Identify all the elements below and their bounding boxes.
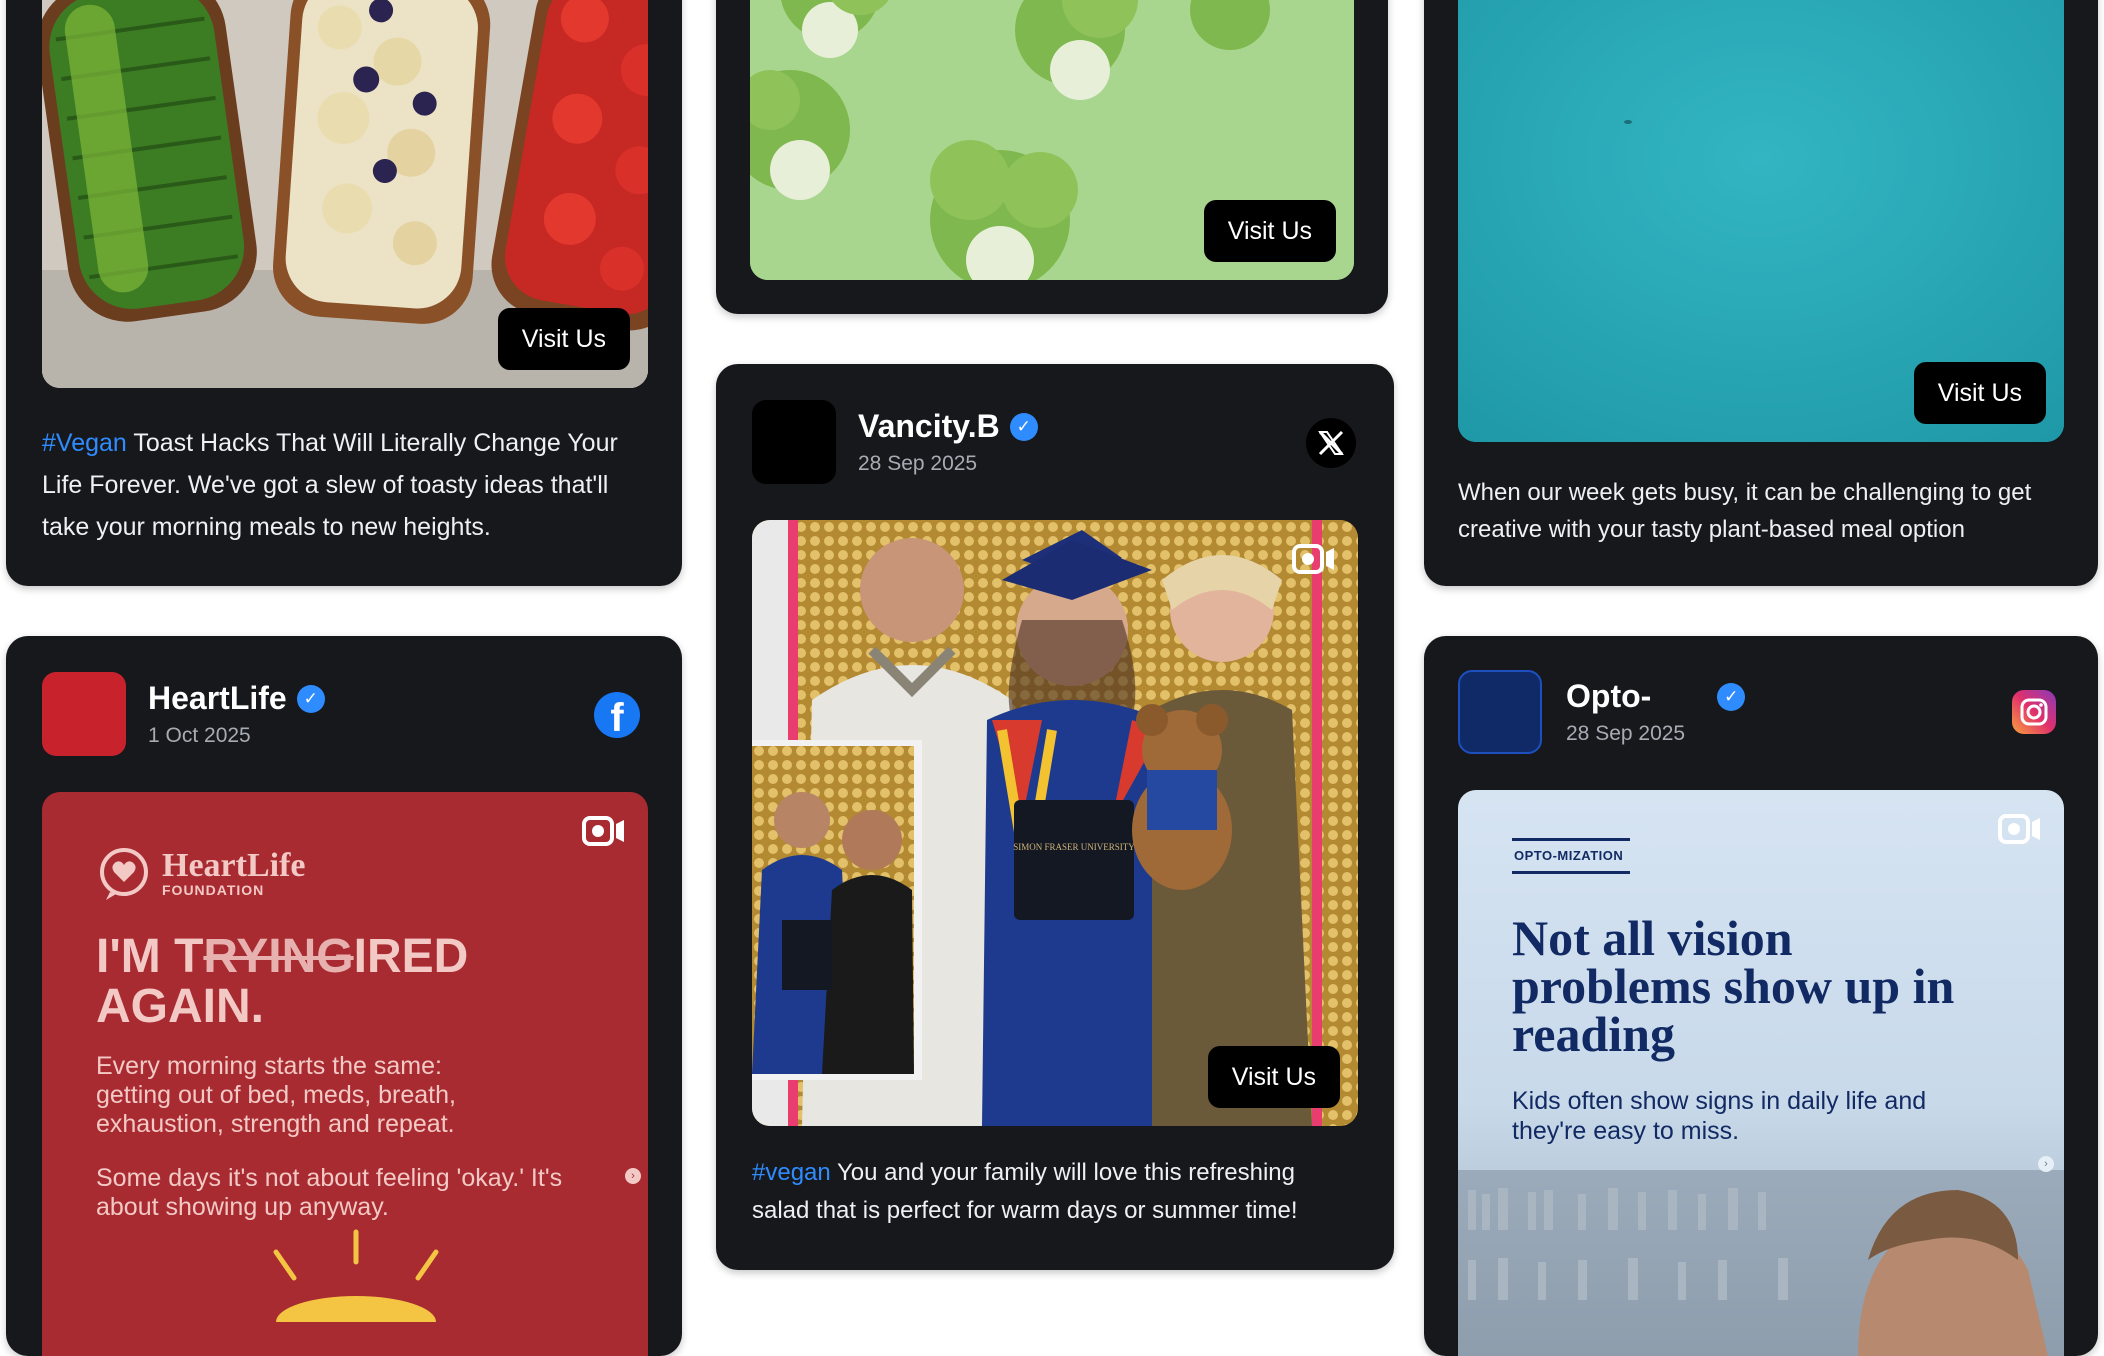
carousel-next-icon[interactable]: › bbox=[625, 1168, 641, 1184]
library-background bbox=[1458, 1170, 2064, 1356]
logo-sub: FOUNDATION bbox=[162, 882, 265, 898]
caption-text: Toast Hacks That Will Literally Change Y… bbox=[42, 429, 618, 541]
headline-part-1: I'M T bbox=[96, 930, 204, 983]
avatar[interactable] bbox=[1458, 670, 1542, 754]
visit-us-button[interactable]: Visit Us bbox=[497, 308, 630, 370]
heartlife-body-1: Every morning starts the same: getting o… bbox=[96, 1052, 456, 1138]
account-name[interactable]: HeartLife ✓ bbox=[148, 680, 325, 717]
x-icon[interactable] bbox=[1306, 418, 1356, 468]
heartlife-headline: I'M TRYINGIRED AGAIN. bbox=[96, 932, 468, 1032]
account-name[interactable]: Vancity.B ✓ bbox=[858, 408, 1038, 445]
post-caption: When our week gets busy, it can be chall… bbox=[1458, 479, 2032, 544]
heart-logo-icon bbox=[100, 848, 148, 900]
account-name-text: HeartLife bbox=[148, 680, 287, 716]
visit-us-button[interactable]: Visit Us bbox=[1207, 1046, 1340, 1108]
account-name-text: Vancity.B bbox=[858, 408, 1000, 444]
headline-strike: RYING bbox=[203, 930, 354, 983]
post-caption: #vegan You and your family will love thi… bbox=[752, 1154, 1358, 1231]
verified-badge-icon: ✓ bbox=[1009, 412, 1038, 441]
sun-illustration bbox=[273, 1229, 439, 1322]
hashtag-link[interactable]: #Vegan bbox=[42, 429, 127, 457]
post-date: 1 Oct 2025 bbox=[148, 724, 251, 747]
opto-badge-text: OPTO-MIZATION bbox=[1514, 848, 1624, 863]
post-image-teal[interactable]: Visit Us bbox=[1458, 0, 2064, 442]
caption-text: You and your family will love this refre… bbox=[752, 1159, 1298, 1225]
post-caption: #Vegan Toast Hacks That Will Literally C… bbox=[42, 422, 648, 548]
carousel-next-icon[interactable]: › bbox=[2038, 1156, 2054, 1172]
post-card-toast: Visit Us #Vegan Toast Hacks That Will Li… bbox=[6, 0, 682, 586]
visit-us-button[interactable]: Visit Us bbox=[1913, 362, 2046, 424]
heartlife-body-2: Some days it's not about feeling 'okay.'… bbox=[96, 1164, 563, 1221]
opto-headline: Not all vision problems show up in readi… bbox=[1512, 910, 1955, 1062]
hashtag-link[interactable]: #vegan bbox=[752, 1159, 831, 1186]
logo-name: HeartLife bbox=[162, 847, 306, 884]
avatar[interactable] bbox=[42, 672, 126, 756]
avatar[interactable] bbox=[752, 400, 836, 484]
post-image-toast[interactable]: Visit Us bbox=[42, 0, 648, 388]
verified-badge-icon: ✓ bbox=[1717, 682, 1746, 711]
post-card-cauliflower: Visit Us bbox=[716, 0, 1388, 314]
headline-part-2: IRED bbox=[353, 930, 469, 983]
visit-us-button[interactable]: Visit Us bbox=[1203, 200, 1336, 262]
post-date: 28 Sep 2025 bbox=[858, 452, 978, 475]
heartlife-logo: HeartLife FOUNDATION bbox=[96, 846, 306, 902]
reel-icon bbox=[1998, 812, 2042, 851]
diploma-text: SIMON FRASER UNIVERSITY bbox=[1013, 842, 1135, 852]
post-image-graduation[interactable]: SIMON FRASER UNIVERSITY Visit Us bbox=[752, 520, 1358, 1126]
post-image-heartlife[interactable]: HeartLife FOUNDATION I'M TRYINGIRED AGAI… bbox=[42, 792, 648, 1356]
instagram-icon[interactable] bbox=[2012, 690, 2056, 734]
verified-badge-icon: ✓ bbox=[296, 684, 325, 713]
post-card-teal: Visit Us When our week gets busy, it can… bbox=[1424, 0, 2098, 586]
post-card-opto: Opto- ✓ 28 Sep 2025 OPTO-MIZATION Not al… bbox=[1424, 636, 2098, 1356]
opto-badge: OPTO-MIZATION bbox=[1512, 838, 1630, 874]
post-card-heartlife: HeartLife ✓ 1 Oct 2025 f HeartLife FOUND… bbox=[6, 636, 682, 1356]
post-image-cauliflower[interactable]: Visit Us bbox=[750, 0, 1354, 280]
account-name-text: Opto- bbox=[1566, 678, 1652, 714]
headline-line-2: AGAIN. bbox=[96, 980, 264, 1033]
account-name[interactable]: Opto- ✓ bbox=[1566, 678, 1746, 715]
post-image-opto[interactable]: OPTO-MIZATION Not all vision problems sh… bbox=[1458, 790, 2064, 1356]
reel-icon bbox=[1292, 542, 1336, 581]
opto-subtext: Kids often show signs in daily life and … bbox=[1512, 1087, 1927, 1145]
reel-icon bbox=[582, 814, 626, 853]
facebook-icon[interactable]: f bbox=[594, 692, 640, 738]
post-card-vancity: Vancity.B ✓ 28 Sep 2025 SIMON FRASER UNI… bbox=[716, 364, 1394, 1270]
graduation-photo: SIMON FRASER UNIVERSITY bbox=[752, 520, 1358, 1126]
post-date: 28 Sep 2025 bbox=[1566, 722, 1686, 745]
